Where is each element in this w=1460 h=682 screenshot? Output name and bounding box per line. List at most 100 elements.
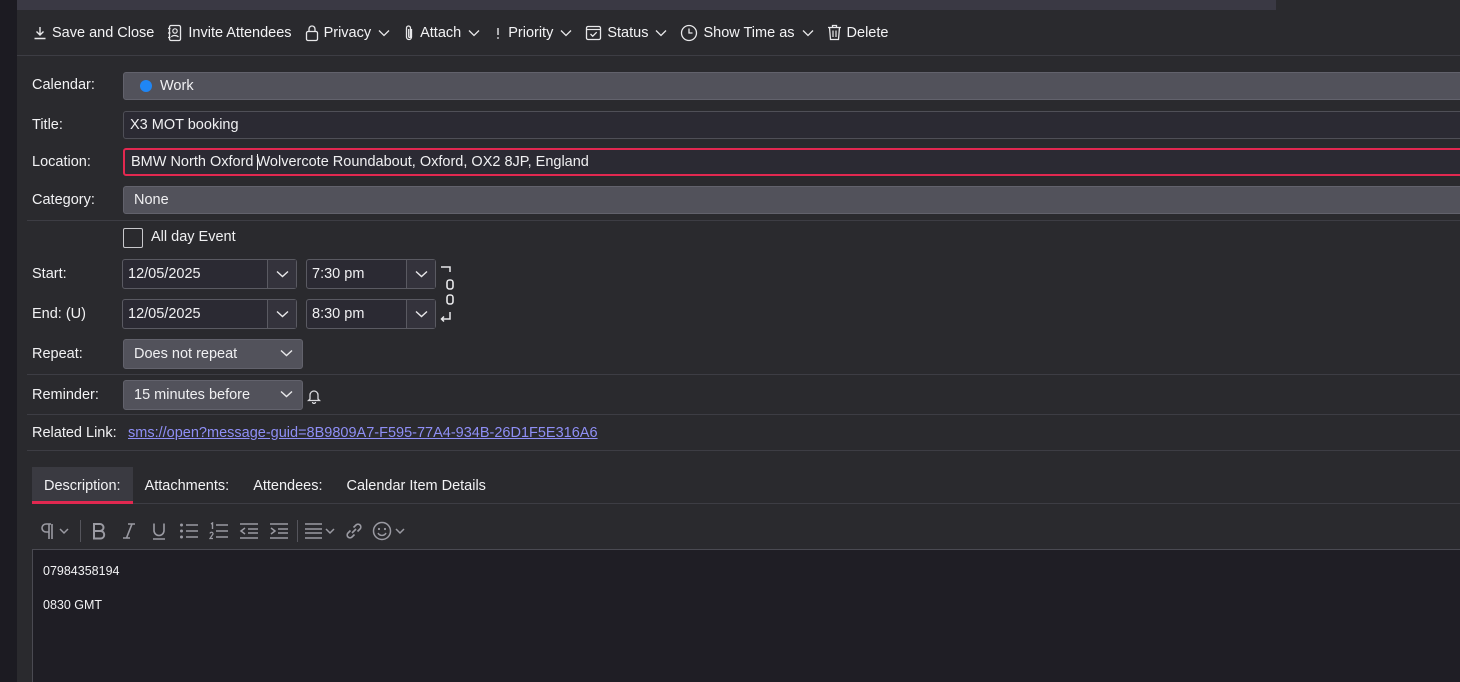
related-link-label: Related Link:: [32, 425, 117, 441]
end-date-dropdown-button[interactable]: [267, 300, 296, 328]
calendar-select[interactable]: Work: [123, 72, 1460, 100]
left-window-edge: [0, 0, 17, 682]
emoji-button[interactable]: [369, 516, 411, 546]
numbered-list-button[interactable]: [204, 516, 234, 546]
all-day-checkbox[interactable]: [123, 228, 143, 248]
bell-icon[interactable]: [307, 388, 321, 404]
attach-button[interactable]: Attach: [399, 18, 484, 48]
start-date-input[interactable]: 12/05/2025: [122, 259, 297, 289]
title-input[interactable]: X3 MOT booking: [123, 111, 1460, 139]
start-date-dropdown-button[interactable]: [267, 260, 296, 288]
tab-calendar-item-details-label: Calendar Item Details: [346, 477, 486, 494]
status-label: Status: [607, 24, 649, 41]
chevron-down-icon: [276, 270, 288, 278]
start-time-input[interactable]: 7:30 pm: [306, 259, 436, 289]
location-input[interactable]: BMW North Oxford Wolvercote Roundabout, …: [123, 148, 1460, 176]
top-window-strip: [17, 0, 1276, 10]
link-times-icon[interactable]: [440, 266, 460, 328]
related-link[interactable]: sms://open?message-guid=8B9809A7-F595-77…: [128, 425, 598, 441]
reminder-value: 15 minutes before: [134, 387, 251, 403]
toolbar-separator: [297, 520, 298, 542]
description-editor[interactable]: 07984358194 0830 GMT: [32, 549, 1460, 682]
bullet-list-button[interactable]: [174, 516, 204, 546]
category-select[interactable]: None: [123, 186, 1460, 214]
save-icon: [34, 26, 46, 39]
chevron-down-icon: [280, 349, 293, 357]
tab-description[interactable]: Description:: [32, 467, 133, 504]
details-tabs: Description: Attachments: Attendees: Cal…: [32, 467, 1460, 504]
start-label: Start:: [32, 266, 67, 282]
align-button[interactable]: [301, 516, 339, 546]
end-date-input[interactable]: 12/05/2025: [122, 299, 297, 329]
reminder-label: Reminder:: [32, 387, 99, 403]
tab-attendees-label: Attendees:: [253, 477, 323, 494]
clock-icon: [681, 24, 698, 41]
location-label: Location:: [32, 154, 91, 170]
event-toolbar: Save and Close Invite Attendees Privacy …: [17, 10, 1460, 56]
title-value: X3 MOT booking: [130, 117, 239, 133]
attach-label: Attach: [420, 24, 462, 41]
chevron-down-icon: [280, 390, 293, 398]
outdent-button[interactable]: [234, 516, 264, 546]
description-line: 0830 GMT: [43, 598, 103, 612]
calendar-color-dot: [140, 80, 152, 92]
indent-icon: [270, 523, 288, 539]
start-time-dropdown-button[interactable]: [406, 260, 435, 288]
save-and-close-button[interactable]: Save and Close: [29, 18, 158, 48]
chevron-down-icon: [378, 29, 390, 36]
divider: [27, 220, 1460, 221]
chevron-down-icon: [276, 310, 288, 318]
save-and-close-label: Save and Close: [52, 24, 155, 41]
italic-icon: [123, 523, 135, 539]
priority-button[interactable]: Priority: [489, 18, 576, 48]
repeat-value: Does not repeat: [134, 346, 238, 362]
numbered-list-icon: [209, 522, 228, 540]
delete-button[interactable]: Delete: [823, 18, 893, 48]
start-date-value: 12/05/2025: [128, 266, 201, 282]
address-book-icon: [168, 24, 182, 41]
divider: [27, 414, 1460, 415]
insert-link-button[interactable]: [339, 516, 369, 546]
tab-attachments[interactable]: Attachments:: [133, 467, 242, 504]
lock-icon: [305, 24, 318, 41]
underline-icon: [153, 523, 165, 540]
reminder-select[interactable]: 15 minutes before: [123, 380, 303, 410]
repeat-select[interactable]: Does not repeat: [123, 339, 303, 369]
category-value: None: [134, 192, 169, 208]
paragraph-format-button[interactable]: [35, 516, 77, 546]
description-line: 07984358194: [43, 564, 120, 578]
repeat-label: Repeat:: [32, 346, 83, 362]
indent-button[interactable]: [264, 516, 294, 546]
smiley-icon: [372, 521, 405, 541]
privacy-button[interactable]: Privacy: [301, 18, 395, 48]
start-time-value: 7:30 pm: [312, 266, 365, 282]
show-time-as-button[interactable]: Show Time as: [676, 18, 817, 48]
pilcrow-icon: [41, 523, 69, 539]
italic-button[interactable]: [114, 516, 144, 546]
bold-button[interactable]: [84, 516, 114, 546]
underline-button[interactable]: [144, 516, 174, 546]
category-label: Category:: [32, 192, 95, 208]
calendar-label: Calendar:: [32, 77, 95, 93]
tab-attachments-label: Attachments:: [144, 477, 230, 494]
exclamation-icon: [497, 27, 500, 39]
formatting-toolbar: [35, 515, 411, 547]
chevron-down-icon: [415, 270, 427, 278]
divider: [27, 450, 1460, 451]
tab-calendar-item-details[interactable]: Calendar Item Details: [335, 467, 498, 504]
top-window-strip-right: [1276, 0, 1460, 10]
status-button[interactable]: Status: [581, 18, 671, 48]
divider: [27, 374, 1460, 375]
bullet-list-icon: [180, 523, 198, 539]
chevron-down-icon: [802, 29, 813, 36]
paperclip-icon: [405, 24, 413, 40]
location-value-part2: Wolvercote Roundabout, Oxford, OX2 8JP, …: [256, 154, 589, 170]
show-time-as-label: Show Time as: [703, 24, 795, 41]
invite-attendees-button[interactable]: Invite Attendees: [163, 18, 295, 48]
chevron-down-icon: [468, 29, 480, 36]
tab-attendees[interactable]: Attendees:: [241, 467, 334, 504]
end-time-dropdown-button[interactable]: [406, 300, 435, 328]
align-left-icon: [305, 523, 335, 539]
title-label: Title:: [32, 117, 63, 133]
end-time-input[interactable]: 8:30 pm: [306, 299, 436, 329]
